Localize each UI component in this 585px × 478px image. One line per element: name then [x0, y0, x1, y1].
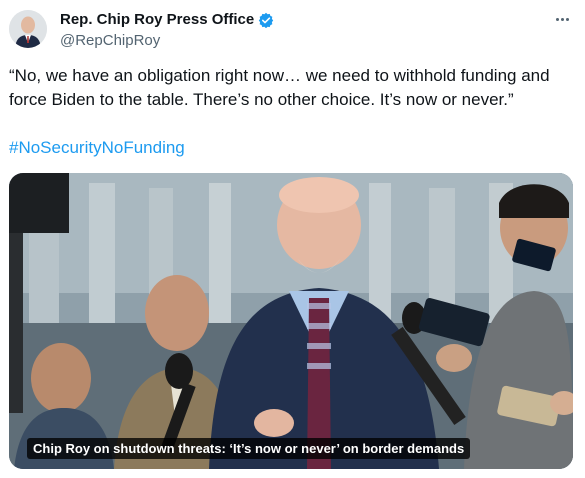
media-photo	[9, 173, 573, 469]
tweet-text: “No, we have an obligation right now… we…	[9, 66, 550, 109]
verified-badge-icon	[258, 12, 274, 28]
video-caption: Chip Roy on shutdown threats: ‘It’s now …	[27, 438, 471, 459]
author-display-name[interactable]: Rep. Chip Roy Press Office	[60, 11, 254, 28]
tweet-media-video[interactable]: Chip Roy on shutdown threats: ‘It’s now …	[9, 173, 573, 469]
tweet-card: Rep. Chip Roy Press Office @RepChipRoy “…	[0, 0, 585, 478]
avatar[interactable]	[9, 10, 47, 48]
more-options-icon[interactable]	[551, 10, 573, 28]
hashtag-link[interactable]: #NoSecurityNoFunding	[9, 136, 185, 160]
author-handle[interactable]: @RepChipRoy	[60, 32, 160, 49]
author-name-row: Rep. Chip Roy Press Office	[60, 11, 274, 28]
